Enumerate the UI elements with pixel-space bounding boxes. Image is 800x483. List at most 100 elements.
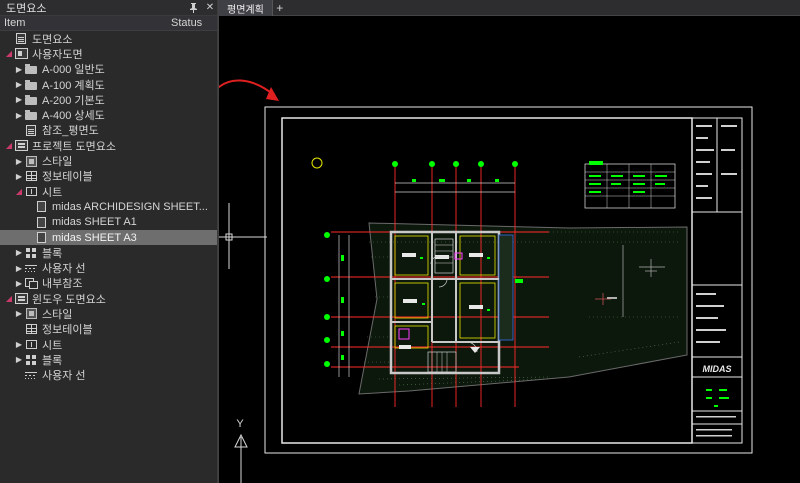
tree-item[interactable]: 사용자 선 [0,368,217,383]
folder-icon [24,64,38,75]
tree-item[interactable]: ▶ A-400 상세도 [0,107,217,122]
tree-item[interactable]: ◢ 윈도우 도면요소 [0,291,217,306]
title-block-green-marks [706,389,729,407]
folder-icon [24,110,38,121]
tree-item[interactable]: ◢ 사용자도면 [0,46,217,61]
collapsed-toggle-icon[interactable]: ▶ [14,309,24,318]
project-icon [14,140,28,152]
ucs-y-label: Y [236,418,244,430]
tree-item-label: A-400 상세도 [42,110,105,123]
sheet-file-icon [34,201,48,213]
tree-item[interactable]: 도면요소 [0,31,217,46]
linetype-icon [24,370,38,381]
collapsed-toggle-icon[interactable]: ▶ [14,80,24,89]
crosshair-cursor [219,203,267,269]
tree-item-label: 사용자도면 [32,48,83,61]
table-icon [24,171,38,182]
tree-item-label: 사용자 선 [42,263,86,276]
folder-icon [24,94,38,105]
tree-item-label: midas SHEET A3 [52,231,137,244]
tree-item-label: 프로젝트 도면요소 [32,140,117,153]
tree-item-label: 정보테이블 [42,324,93,337]
panel-title: 도면요소 [6,2,47,15]
drawing-elements-icon [14,33,28,45]
block-icon [24,247,38,258]
tree-item[interactable]: ◢ 시트 [0,184,217,199]
column-item[interactable]: Item [0,17,171,29]
area-schedule-table [584,163,676,209]
tree-item[interactable]: ▶ 내부참조 [0,276,217,291]
tree-item[interactable]: midas SHEET A1 [0,215,217,230]
user-drawing-icon [14,48,28,60]
midas-logo: MIDAS [703,364,732,374]
annotation-arrowhead [266,87,279,101]
collapsed-toggle-icon[interactable]: ▶ [14,157,24,166]
collapsed-toggle-icon[interactable]: ▶ [14,279,24,288]
tree-item[interactable]: ▶ 블록 [0,245,217,260]
tree-item-label: 도면요소 [32,33,73,46]
annotation-curve [219,79,275,96]
north-symbol [311,157,323,169]
tree-item[interactable]: ▶ 블록 [0,352,217,367]
tree-item[interactable]: ◢ 프로젝트 도면요소 [0,138,217,153]
tree-item[interactable]: ▶ 시트 [0,337,217,352]
tree-item-label: A-000 일반도 [42,64,105,77]
collapsed-toggle-icon[interactable]: ▶ [14,95,24,104]
tree-item[interactable]: ▶ 사용자 선 [0,260,217,275]
drawing-svg: MIDAS Y [219,79,753,483]
tab-label: 평면계획 [227,4,264,16]
collapsed-toggle-icon[interactable]: ▶ [14,355,24,364]
tree-item-label: 윈도우 도면요소 [32,293,106,306]
expanded-toggle-icon[interactable]: ◢ [4,141,14,150]
close-icon[interactable]: ✕ [203,2,217,13]
linetype-icon [24,263,38,274]
add-tab-button[interactable]: + [273,0,287,15]
collapsed-toggle-icon[interactable]: ▶ [14,340,24,349]
collapsed-toggle-icon[interactable]: ▶ [14,111,24,120]
drawing-canvas[interactable]: MIDAS Y [219,17,800,483]
tree-item-label: midas SHEET A1 [52,216,137,229]
collapsed-toggle-icon[interactable]: ▶ [14,248,24,257]
tree-item[interactable]: ▶ 스타일 [0,306,217,321]
tree-column-header: Item Status [0,16,217,31]
site-terrain [358,222,688,395]
tree-item[interactable]: ▶ 스타일 [0,153,217,168]
tree-item-label: 블록 [42,247,63,260]
tree-item[interactable]: 정보테이블 [0,322,217,337]
tree-item-label: 참조_평면도 [42,125,99,138]
title-block-lines [692,118,742,425]
block-icon [24,354,38,365]
tree-item-label: 시트 [42,339,63,352]
pin-icon[interactable] [189,2,203,13]
sheet-icon [24,339,38,350]
tree-item[interactable]: ▶ A-200 기본도 [0,92,217,107]
column-status[interactable]: Status [171,17,217,29]
tree-item-label: 스타일 [42,156,73,169]
tree-item-label: A-100 계획도 [42,79,105,92]
tree-item-label: 사용자 선 [42,370,86,383]
collapsed-toggle-icon[interactable]: ▶ [14,172,24,181]
tab-floor-plan[interactable]: 평면계획 [219,0,273,16]
tree-item[interactable]: 참조_평면도 [0,123,217,138]
collapsed-toggle-icon[interactable]: ▶ [14,65,24,74]
expanded-toggle-icon[interactable]: ◢ [14,187,24,196]
style-icon [24,308,38,320]
tree-item[interactable]: midas SHEET A3 [0,229,217,246]
tree-item[interactable]: ▶ A-000 일반도 [0,62,217,77]
table-icon [24,324,38,335]
document-tab-strip: 평면계획 + [219,0,800,16]
sheet-file-icon [34,216,48,228]
tree-item-label: 내부참조 [42,278,83,291]
expanded-toggle-icon[interactable]: ◢ [4,294,14,303]
tree-item-label: 스타일 [42,309,73,321]
collapsed-toggle-icon[interactable]: ▶ [14,264,24,273]
tree-item[interactable]: ▶ A-100 계획도 [0,77,217,92]
expanded-toggle-icon[interactable]: ◢ [4,49,14,58]
tree-item-label: 시트 [42,186,63,199]
tree-item-label: 블록 [42,354,63,367]
tree-item-label: midas ARCHIDESIGN SHEET... [52,200,208,213]
tree-item[interactable]: midas ARCHIDESIGN SHEET... [0,199,217,214]
tree-item[interactable]: ▶ 정보테이블 [0,169,217,184]
sheet-icon [24,186,38,197]
area-table-grid [585,164,675,208]
